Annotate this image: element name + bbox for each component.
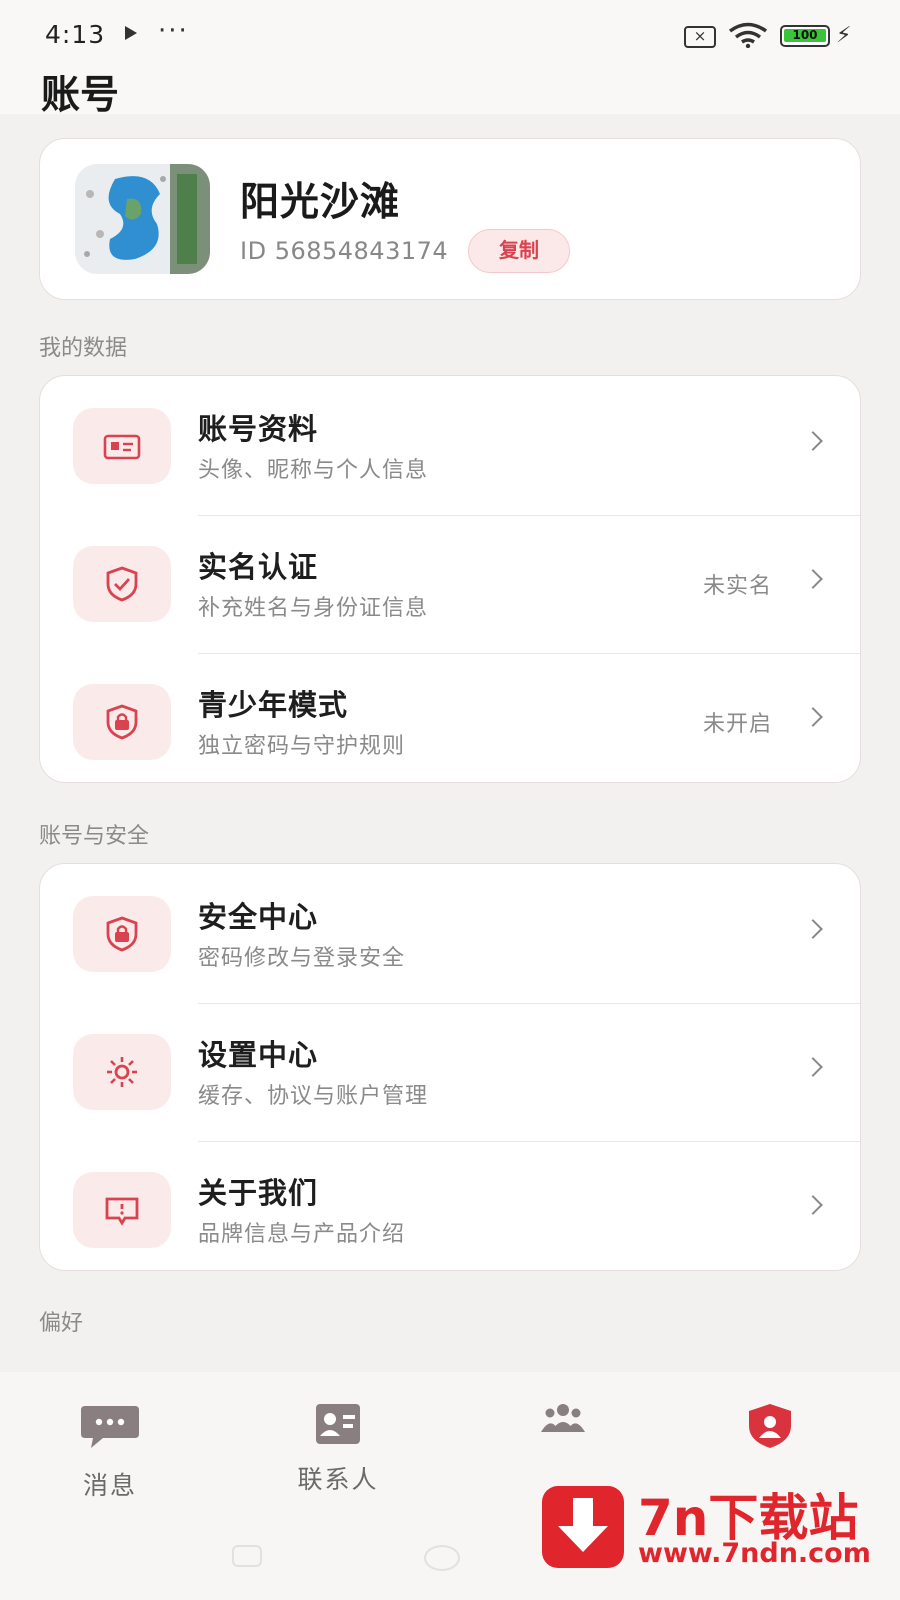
row-title: 安全中心 [198,900,319,934]
chevron-right-icon [803,1057,823,1077]
row-status: 未开启 [702,712,772,737]
section-label-preferences: 偏好 [39,1311,84,1336]
chevron-right-icon [803,707,823,727]
row-subtitle: 缓存、协议与账户管理 [198,1084,429,1109]
nav-messages[interactable]: 消息 [30,1402,190,1502]
row-subtitle: 补充姓名与身份证信息 [198,596,429,621]
section-label-security: 账号与安全 [39,824,150,849]
row-title: 青少年模式 [198,688,349,722]
account-shield-icon [749,1404,791,1448]
nav-label: 联系人 [297,1465,379,1494]
chat-bubble-icon [81,1406,139,1448]
gear-icon [73,1034,171,1110]
row-title: 实名认证 [198,550,319,584]
row-title: 账号资料 [198,412,319,446]
avatar[interactable] [75,164,210,274]
sim-x-icon: × [684,26,716,48]
page-title: 账号 [41,73,120,118]
row-real-name[interactable]: 实名认证 补充姓名与身份证信息 未实名 [40,514,860,654]
contact-card-icon [316,1404,360,1444]
row-subtitle: 独立密码与守护规则 [198,734,406,759]
nav-account[interactable] [690,1402,850,1454]
shield-lock-icon [73,896,171,972]
page-header: 账号 [0,62,900,118]
row-title: 设置中心 [198,1038,319,1072]
row-about-us[interactable]: 关于我们 品牌信息与产品介绍 [40,1140,860,1272]
row-settings-center[interactable]: 设置中心 缓存、协议与账户管理 [40,1002,860,1142]
download-logo-icon [542,1486,624,1568]
status-time: 4:13 [45,20,106,49]
id-card-icon [73,408,171,484]
security-card: 安全中心 密码修改与登录安全 设置中心 缓存、协议与账户管理 关于我们 品牌信息… [39,863,861,1271]
row-title: 关于我们 [198,1176,319,1210]
row-teen-mode[interactable]: 青少年模式 独立密码与守护规则 未开启 [40,652,860,784]
recent-apps-icon[interactable] [232,1545,262,1567]
nav-contacts[interactable]: 联系人 [258,1402,418,1496]
media-play-icon [125,26,137,40]
battery-icon: 100 [780,25,830,47]
message-info-icon [73,1172,171,1248]
shield-check-icon [73,546,171,622]
chevron-right-icon [803,919,823,939]
row-account-profile[interactable]: 账号资料 头像、昵称与个人信息 [40,376,860,516]
nav-groups[interactable] [483,1402,643,1440]
status-bar: 4:13 ··· × 100 ⚡ [0,0,900,62]
row-status: 未实名 [702,574,772,599]
shield-lock-icon [73,684,171,760]
section-label-my-data: 我的数据 [39,336,128,361]
row-security-center[interactable]: 安全中心 密码修改与登录安全 [40,864,860,1004]
charging-icon: ⚡ [836,23,852,48]
nav-label: 消息 [82,1471,137,1500]
wifi-icon [728,22,768,48]
group-icon [541,1404,585,1432]
chevron-right-icon [803,1195,823,1215]
more-notifications-icon: ··· [158,16,189,46]
chevron-right-icon [803,569,823,589]
battery-level: 100 [784,29,826,42]
watermark-url: www.7ndn.com [638,1538,871,1569]
row-subtitle: 品牌信息与产品介绍 [198,1222,406,1247]
my-data-card: 账号资料 头像、昵称与个人信息 实名认证 补充姓名与身份证信息 未实名 青少年模… [39,375,861,783]
chevron-right-icon [803,431,823,451]
profile-id: ID 56854843174 [240,237,449,265]
profile-name: 阳光沙滩 [240,180,401,225]
watermark: 7n下载站 www.7ndn.com [542,1478,887,1570]
profile-card[interactable]: 阳光沙滩 ID 56854843174 复制 [39,138,861,300]
copy-id-button[interactable]: 复制 [468,229,570,273]
row-subtitle: 头像、昵称与个人信息 [198,458,429,483]
home-icon[interactable] [424,1545,460,1571]
row-subtitle: 密码修改与登录安全 [198,946,406,971]
